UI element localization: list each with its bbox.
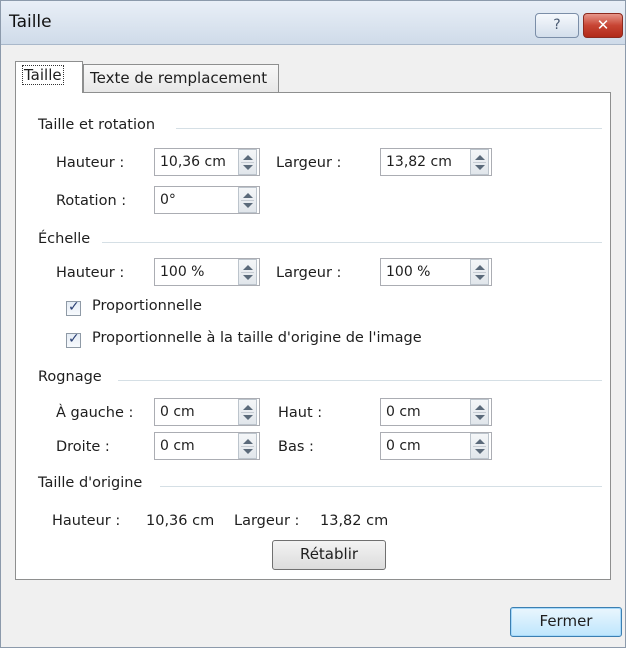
crop-top-value: 0 cm xyxy=(386,404,421,420)
original-width-value: 13,82 cm xyxy=(320,513,389,529)
rotation-value: 0° xyxy=(160,192,176,208)
spin-down-icon xyxy=(243,275,253,280)
width-value: 13,82 cm xyxy=(386,154,452,170)
section-divider xyxy=(160,486,602,487)
section-divider xyxy=(102,242,602,243)
spin-down-icon xyxy=(475,415,485,420)
relative-original-checkbox[interactable] xyxy=(66,331,81,348)
spin-up-icon xyxy=(475,265,485,270)
spin-down-icon xyxy=(243,415,253,420)
scale-height-value: 100 % xyxy=(160,264,205,280)
close-icon: ✕ xyxy=(596,16,610,34)
rotation-label: Rotation : xyxy=(56,193,127,209)
help-button[interactable]: ? xyxy=(535,13,579,38)
width-spinner[interactable]: 13,82 cm xyxy=(380,148,492,176)
lock-aspect-ratio-checkbox[interactable] xyxy=(66,299,81,316)
width-label: Largeur : xyxy=(276,155,342,171)
crop-bottom-spin-buttons[interactable] xyxy=(470,433,489,459)
height-spin-buttons[interactable] xyxy=(238,149,257,175)
crop-bottom-value: 0 cm xyxy=(386,438,421,454)
spin-up-icon xyxy=(243,265,253,270)
height-value: 10,36 cm xyxy=(160,154,226,170)
section-original-size: Taille d'origine xyxy=(38,475,143,491)
crop-left-label: À gauche : xyxy=(56,405,134,421)
spin-down-icon xyxy=(475,165,485,170)
scale-width-spin-buttons[interactable] xyxy=(470,259,489,285)
original-width-label: Largeur : xyxy=(234,513,300,529)
section-crop: Rognage xyxy=(38,369,102,385)
spin-up-icon xyxy=(475,405,485,410)
original-height-label: Hauteur : xyxy=(52,513,121,529)
crop-top-label: Haut : xyxy=(278,405,323,421)
scale-height-spin-buttons[interactable] xyxy=(238,259,257,285)
tab-size-label: Taille xyxy=(22,65,64,85)
crop-right-spin-buttons[interactable] xyxy=(238,433,257,459)
window-title: Taille xyxy=(9,12,52,32)
width-spin-buttons[interactable] xyxy=(470,149,489,175)
height-label: Hauteur : xyxy=(56,155,125,171)
crop-top-spinner[interactable]: 0 cm xyxy=(380,398,492,426)
crop-right-label: Droite : xyxy=(56,439,110,455)
close-window-button[interactable]: ✕ xyxy=(583,13,623,38)
spin-up-icon xyxy=(243,193,253,198)
spin-down-icon xyxy=(243,165,253,170)
scale-height-label: Hauteur : xyxy=(56,265,125,281)
crop-top-spin-buttons[interactable] xyxy=(470,399,489,425)
height-spinner[interactable]: 10,36 cm xyxy=(154,148,260,176)
scale-width-label: Largeur : xyxy=(276,265,342,281)
relative-original-label: Proportionnelle à la taille d'origine de… xyxy=(92,330,422,346)
spin-up-icon xyxy=(243,405,253,410)
rotation-spinner[interactable]: 0° xyxy=(154,186,260,214)
scale-width-spinner[interactable]: 100 % xyxy=(380,258,492,286)
spin-down-icon xyxy=(475,275,485,280)
section-size-rotation: Taille et rotation xyxy=(38,117,156,133)
crop-left-spin-buttons[interactable] xyxy=(238,399,257,425)
title-bar: Taille ? ✕ xyxy=(1,1,625,45)
section-divider xyxy=(176,128,602,129)
size-panel: Taille et rotation Hauteur : 10,36 cm La… xyxy=(15,92,611,580)
crop-left-value: 0 cm xyxy=(160,404,195,420)
spin-down-icon xyxy=(243,449,253,454)
section-scale: Échelle xyxy=(38,231,91,247)
scale-width-value: 100 % xyxy=(386,264,431,280)
crop-right-spinner[interactable]: 0 cm xyxy=(154,432,260,460)
spin-up-icon xyxy=(243,439,253,444)
section-divider xyxy=(118,380,602,381)
reset-button[interactable]: Rétablir xyxy=(272,540,386,570)
rotation-spin-buttons[interactable] xyxy=(238,187,257,213)
spin-up-icon xyxy=(475,439,485,444)
crop-right-value: 0 cm xyxy=(160,438,195,454)
crop-left-spinner[interactable]: 0 cm xyxy=(154,398,260,426)
spin-down-icon xyxy=(243,203,253,208)
original-height-value: 10,36 cm xyxy=(146,513,215,529)
spin-up-icon xyxy=(475,155,485,160)
close-button[interactable]: Fermer xyxy=(510,607,622,637)
scale-height-spinner[interactable]: 100 % xyxy=(154,258,260,286)
spin-up-icon xyxy=(243,155,253,160)
lock-aspect-ratio-label: Proportionnelle xyxy=(92,298,202,314)
tab-alt-text[interactable]: Texte de remplacement xyxy=(83,64,279,94)
spin-down-icon xyxy=(475,449,485,454)
crop-bottom-label: Bas : xyxy=(278,439,314,455)
crop-bottom-spinner[interactable]: 0 cm xyxy=(380,432,492,460)
size-dialog: Taille ? ✕ Taille Texte de remplacement … xyxy=(0,0,626,648)
tab-size[interactable]: Taille xyxy=(15,61,83,93)
